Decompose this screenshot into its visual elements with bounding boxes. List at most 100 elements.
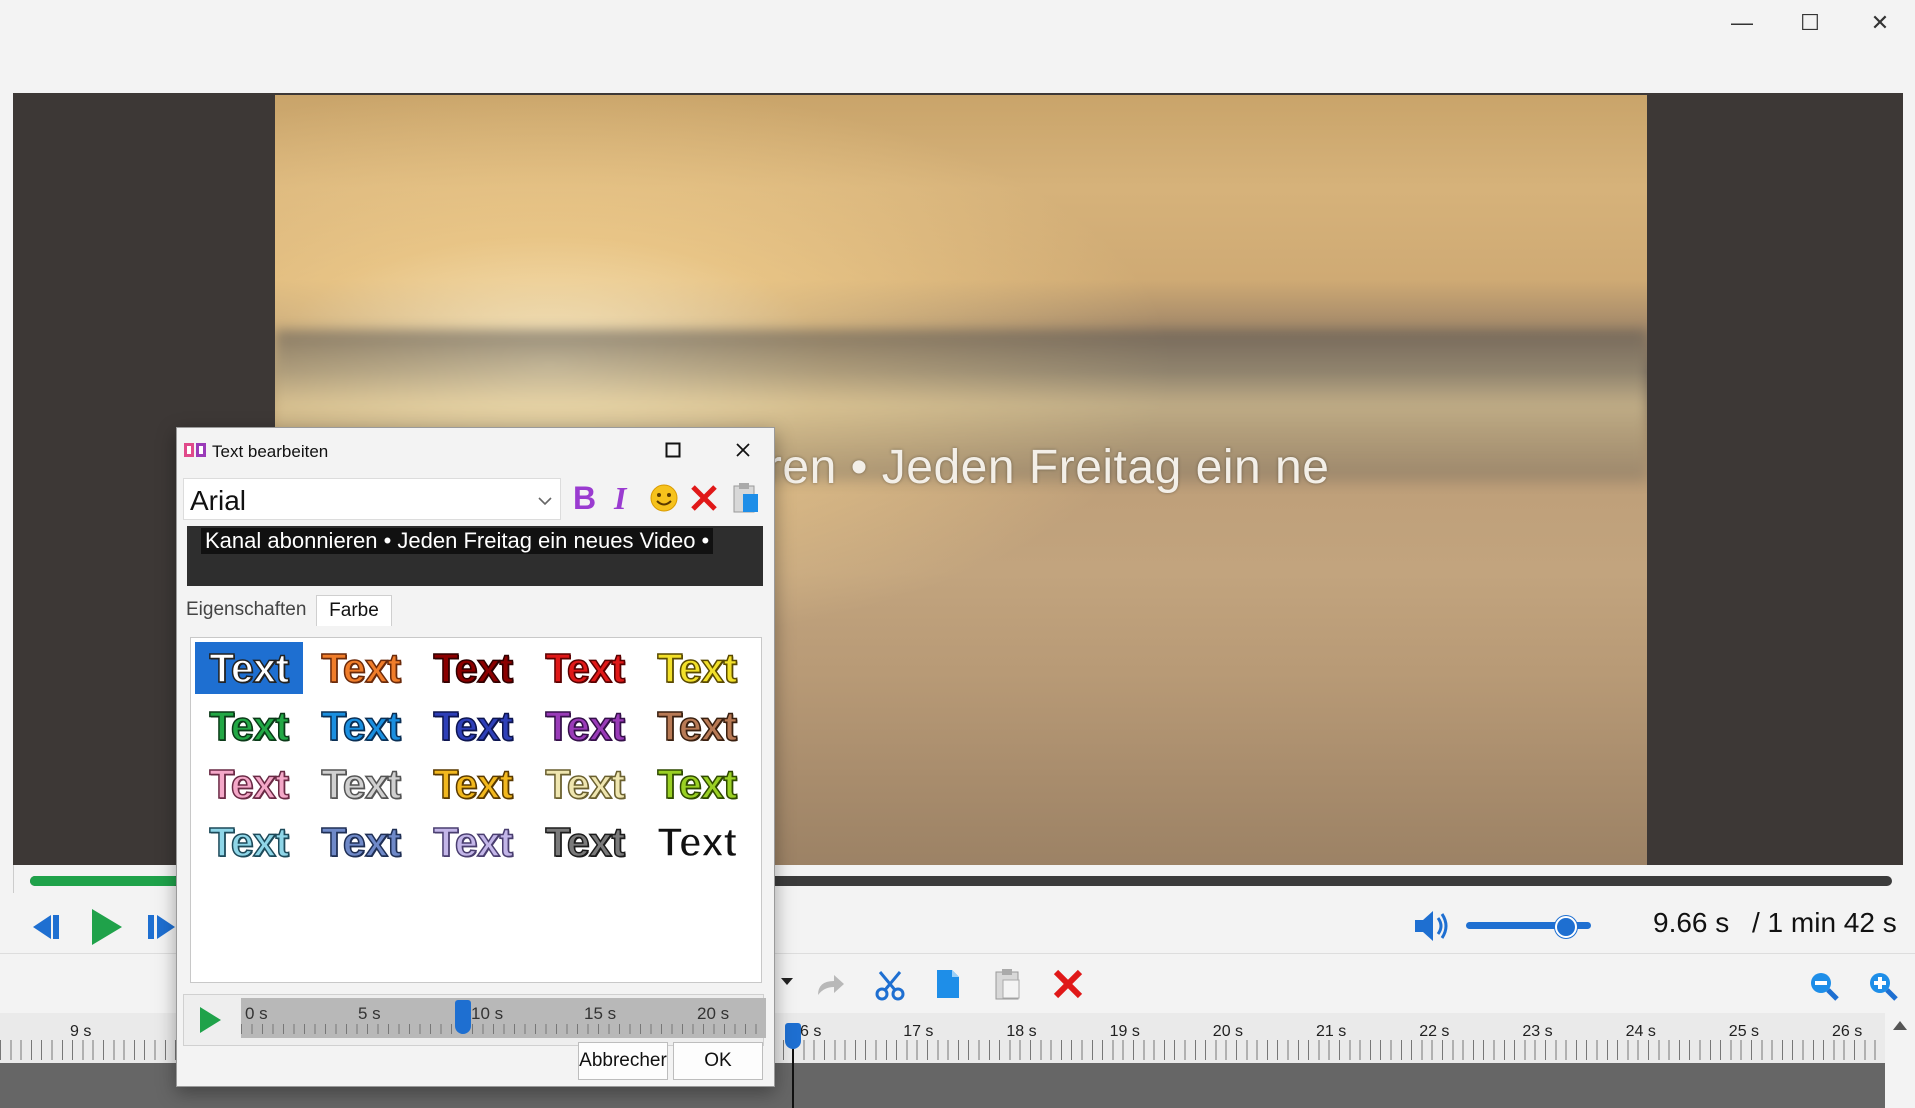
style-grid: Text Text Text Text Text Text Text Text Text Text… (190, 637, 762, 983)
play-icon[interactable] (86, 905, 126, 949)
scroll-up-icon[interactable] (1893, 1021, 1907, 1030)
text-style-option[interactable]: Text (419, 758, 527, 810)
chevron-down-icon (538, 493, 552, 511)
text-style-sample: Text (433, 702, 514, 750)
text-style-option[interactable]: Text (643, 700, 751, 752)
text-style-option[interactable]: Text (419, 642, 527, 694)
text-style-option[interactable]: Text (195, 816, 303, 868)
ruler-label: 25 s (1728, 1023, 1760, 1040)
text-style-sample: Text (545, 702, 626, 750)
clear-text-icon[interactable] (687, 480, 721, 516)
dialog-maximize-button[interactable] (655, 434, 691, 466)
text-input[interactable]: Kanal abonnieren • Jeden Freitag ein neu… (187, 526, 763, 586)
mini-play-icon[interactable] (193, 1002, 227, 1038)
text-style-sample: Text (657, 818, 738, 866)
text-style-option[interactable]: Text (307, 758, 415, 810)
text-style-sample: Text (209, 644, 290, 692)
text-style-option[interactable]: Text (419, 816, 527, 868)
cancel-button[interactable]: Abbrecher (578, 1042, 668, 1080)
ruler-label: 6 s (800, 1023, 822, 1040)
mini-timeline-label: 5 s (358, 1004, 381, 1023)
text-style-sample: Text (545, 818, 626, 866)
text-style-option[interactable]: Text (643, 642, 751, 694)
zoom-in-icon[interactable] (1865, 968, 1901, 1004)
svg-text:I: I (613, 482, 628, 514)
title-bar (0, 0, 1915, 93)
text-style-sample: Text (657, 702, 738, 750)
tab-eigenschaften[interactable]: Eigenschaften (186, 595, 310, 625)
svg-text:B: B (573, 482, 596, 514)
text-style-option[interactable]: Text (531, 816, 639, 868)
text-style-sample: Text (433, 644, 514, 692)
text-style-sample: Text (321, 760, 402, 808)
text-style-option[interactable]: Text (643, 816, 751, 868)
ruler-label: 20 s (1212, 1023, 1244, 1040)
dialog-title: Text bearbeiten (212, 442, 329, 461)
paste-text-icon[interactable] (729, 480, 763, 516)
font-select[interactable]: Arial (183, 478, 561, 520)
dialog-close-button[interactable] (725, 434, 761, 466)
ruler-label: 19 s (1109, 1023, 1140, 1040)
ok-button[interactable]: OK (673, 1042, 763, 1080)
minimize-button[interactable]: — (1707, 0, 1777, 46)
text-style-option[interactable]: Text (531, 642, 639, 694)
right-panel-edge (1903, 93, 1915, 953)
ruler-label: 26 s (1832, 1023, 1863, 1040)
copy-icon[interactable] (932, 966, 964, 1002)
text-style-option[interactable]: Text (195, 700, 303, 752)
italic-icon[interactable]: I (609, 480, 637, 516)
text-edit-dialog: Text bearbeiten Arial B I Kanal abonnier… (176, 427, 775, 1087)
text-style-sample: Text (657, 760, 738, 808)
dialog-title-bar[interactable]: Text bearbeiten (177, 428, 774, 472)
text-style-option[interactable]: Text (643, 758, 751, 810)
font-select-value: Arial (190, 485, 247, 516)
undo-dropdown-icon[interactable] (781, 978, 793, 985)
ruler-label: 23 s (1522, 1023, 1553, 1040)
mini-timeline-label: 0 s (245, 1004, 268, 1023)
ruler-label: 22 s (1419, 1023, 1450, 1040)
playback-progress-fill (30, 876, 179, 886)
zoom-out-icon[interactable] (1806, 968, 1842, 1004)
text-style-option[interactable]: Text (531, 700, 639, 752)
cut-icon[interactable] (872, 968, 908, 1002)
text-style-option[interactable]: Text (307, 700, 415, 752)
current-time: 9.66 s (1653, 907, 1730, 938)
close-button[interactable]: ✕ (1845, 0, 1915, 46)
redo-icon[interactable] (812, 968, 848, 1002)
tab-farbe[interactable]: Farbe (316, 595, 392, 626)
text-style-sample: Text (209, 818, 290, 866)
text-style-sample: Text (545, 760, 626, 808)
step-forward-icon[interactable] (144, 910, 176, 944)
step-back-icon[interactable] (28, 910, 64, 944)
text-style-option[interactable]: Text (419, 700, 527, 752)
text-style-sample: Text (321, 702, 402, 750)
text-style-sample: Text (321, 818, 402, 866)
text-style-option[interactable]: Text (307, 642, 415, 694)
emoji-icon[interactable] (647, 480, 681, 516)
ruler-label: 21 s (1316, 1023, 1347, 1040)
mini-timeline-label: 20 s (697, 1004, 730, 1023)
ruler-label: 24 s (1625, 1023, 1656, 1040)
timeline-scrollbar[interactable] (1885, 1013, 1915, 1108)
paste-icon[interactable] (992, 966, 1024, 1002)
text-style-sample: Text (209, 702, 290, 750)
bold-icon[interactable]: B (568, 480, 600, 516)
text-app-icon (183, 441, 207, 459)
text-style-sample: Text (657, 644, 738, 692)
text-style-sample: Text (433, 818, 514, 866)
delete-icon[interactable] (1050, 966, 1086, 1002)
mini-timeline-thumb[interactable] (455, 1000, 472, 1034)
text-style-option[interactable]: Text (531, 758, 639, 810)
volume-slider-thumb[interactable] (1555, 916, 1577, 938)
maximize-button[interactable]: ☐ (1775, 0, 1845, 46)
text-style-option[interactable]: Text (307, 816, 415, 868)
text-input-value: Kanal abonnieren • Jeden Freitag ein neu… (201, 528, 714, 554)
volume-icon[interactable] (1412, 906, 1452, 946)
text-style-sample: Text (545, 644, 626, 692)
text-style-sample: Text (321, 644, 402, 692)
ruler-label: 18 s (1006, 1023, 1037, 1040)
text-style-option[interactable]: Text (195, 758, 303, 810)
total-time: / 1 min 42 s (1752, 907, 1897, 938)
timeline-playhead-handle[interactable] (785, 1023, 801, 1049)
text-style-option[interactable]: Text (195, 642, 303, 694)
